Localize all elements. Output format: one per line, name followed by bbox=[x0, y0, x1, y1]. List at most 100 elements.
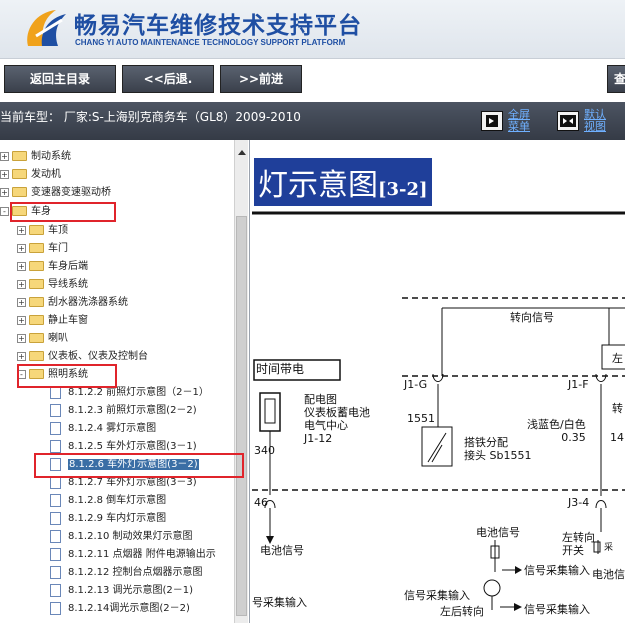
expand-icon[interactable]: + bbox=[17, 225, 26, 235]
tree-item-label[interactable]: 刮水器洗涤器系统 bbox=[48, 297, 128, 308]
expand-icon[interactable]: + bbox=[0, 169, 9, 179]
tree-folder-engine[interactable]: + 发动机 bbox=[0, 166, 61, 184]
expand-icon[interactable]: + bbox=[17, 261, 26, 271]
tree-item-label[interactable]: 8.1.2.10 制动效果灯示意图 bbox=[68, 531, 193, 542]
tree-doc-item[interactable]: 8.1.2.11 点烟器 附件电源输出示 bbox=[50, 546, 216, 564]
tree-doc-item[interactable]: 8.1.2.12 控制台点烟器示意图 bbox=[50, 564, 203, 582]
tree-folder-doors[interactable]: + 车门 bbox=[17, 240, 68, 258]
tree-item-label[interactable]: 车身后端 bbox=[48, 261, 88, 272]
tree-item-label[interactable]: 8.1.2.7 车外灯示意图(3－3) bbox=[68, 477, 197, 488]
tree-item-label[interactable]: 发动机 bbox=[31, 169, 61, 180]
label-collect-cut: 采 bbox=[604, 543, 614, 553]
label-collect-input-1: 信号采集输入 bbox=[524, 564, 590, 577]
default-view-icon bbox=[557, 111, 579, 131]
tree-doc-item[interactable]: 8.1.2.13 调光示意图(2－1) bbox=[50, 582, 193, 600]
tree-item-label[interactable]: 8.1.2.8 倒车灯示意图 bbox=[68, 495, 166, 506]
expand-icon[interactable]: + bbox=[17, 351, 26, 361]
label-collect-input-3: 信号采集输入 bbox=[524, 603, 590, 616]
tree-folder-brake-system[interactable]: + 制动系统 bbox=[0, 148, 71, 166]
label-14: 14 bbox=[610, 431, 624, 444]
folder-icon bbox=[12, 151, 27, 161]
tree-doc-item[interactable]: 8.1.2.3 前照灯示意图(2－2) bbox=[50, 402, 197, 420]
tree-item-label[interactable]: 8.1.2.4 雾灯示意图 bbox=[68, 423, 156, 434]
document-icon bbox=[50, 421, 61, 435]
tree-folder-wiring-system[interactable]: + 导线系统 bbox=[17, 276, 88, 294]
query-button[interactable]: 查 bbox=[607, 65, 625, 93]
folder-icon bbox=[29, 279, 44, 289]
expand-icon[interactable]: + bbox=[0, 187, 9, 197]
document-icon bbox=[50, 439, 61, 453]
folder-icon bbox=[29, 261, 44, 271]
tree-doc-item[interactable]: 8.1.2.14调光示意图(2－2) bbox=[50, 600, 190, 618]
label-turn-signal: 转向信号 bbox=[510, 311, 554, 324]
tree-item-label[interactable]: 8.1.2.13 调光示意图(2－1) bbox=[68, 585, 193, 596]
tree-item-label[interactable]: 喇叭 bbox=[48, 333, 68, 344]
default-view-label[interactable]: 默认 视图 bbox=[584, 109, 606, 133]
tree-item-label[interactable]: 静止车窗 bbox=[48, 315, 88, 326]
tree-doc-item[interactable]: 8.1.2.8 倒车灯示意图 bbox=[50, 492, 166, 510]
tree-folder-wiper-washer[interactable]: + 刮水器洗涤器系统 bbox=[17, 294, 128, 312]
label-left-rear-turn: 左后转向 bbox=[440, 605, 484, 618]
tree-doc-item[interactable]: 8.1.2.10 制动效果灯示意图 bbox=[50, 528, 193, 546]
tree-item-label[interactable]: 车门 bbox=[48, 243, 68, 254]
document-icon bbox=[50, 529, 61, 543]
folder-icon bbox=[29, 297, 44, 307]
document-icon bbox=[50, 601, 61, 615]
tree-item-label[interactable]: 8.1.2.5 车外灯示意图(3－1) bbox=[68, 441, 197, 452]
diagram-title: 灯示意图[3-2] bbox=[254, 158, 432, 206]
folder-icon bbox=[29, 243, 44, 253]
label-battery-signal-left: 电池信号 bbox=[260, 544, 304, 557]
history-forward-button[interactable]: >>前进 bbox=[220, 65, 302, 93]
folder-icon bbox=[29, 333, 44, 343]
back-to-main-button[interactable]: 返回主目录 bbox=[4, 65, 116, 93]
tree-doc-item[interactable]: 8.1.2.9 车内灯示意图 bbox=[50, 510, 166, 528]
scroll-up-arrow-icon[interactable] bbox=[238, 150, 246, 155]
tree-item-label[interactable]: 车顶 bbox=[48, 225, 68, 236]
highlight-box-selected-doc bbox=[34, 453, 244, 478]
collapse-icon[interactable]: - bbox=[0, 206, 9, 216]
label-collect-input-left: 号采集输入 bbox=[252, 596, 307, 609]
full-screen-menu-label[interactable]: 全屏 菜单 bbox=[508, 109, 530, 133]
label-collect-input-2: 信号采集输入 bbox=[404, 589, 470, 602]
tree-folder-roof[interactable]: + 车顶 bbox=[17, 222, 68, 240]
scrollbar-thumb[interactable] bbox=[236, 216, 247, 616]
expand-icon[interactable]: + bbox=[17, 279, 26, 289]
label-power-distribution: 配电图 仪表板蓄电池 电气中心 J1-12 bbox=[304, 393, 370, 445]
document-icon bbox=[50, 583, 61, 597]
full-screen-icon bbox=[481, 111, 503, 131]
document-icon bbox=[50, 547, 61, 561]
diagram-title-code: [3-2] bbox=[378, 179, 428, 200]
tree-scrollbar[interactable] bbox=[234, 140, 248, 623]
tree-item-label[interactable]: 仪表板、仪表及控制台 bbox=[48, 351, 148, 362]
tree-item-label[interactable]: 制动系统 bbox=[31, 151, 71, 162]
expand-icon[interactable]: + bbox=[0, 151, 9, 161]
tree-item-label[interactable]: 变速器变速驱动桥 bbox=[31, 187, 111, 198]
label-46: 46 bbox=[254, 496, 268, 509]
label-j1g: J1-G bbox=[404, 378, 428, 391]
tree-item-label[interactable]: 8.1.2.14调光示意图(2－2) bbox=[68, 603, 190, 614]
tree-folder-stationary-window[interactable]: + 静止车窗 bbox=[17, 312, 88, 330]
label-left-cut: 左 bbox=[612, 352, 623, 365]
tree-item-label[interactable]: 8.1.2.3 前照灯示意图(2－2) bbox=[68, 405, 197, 416]
tree-item-label[interactable]: 8.1.2.2 前照灯示意图（2－1） bbox=[68, 387, 209, 398]
tree-folder-transmission[interactable]: + 变速器变速驱动桥 bbox=[0, 184, 111, 202]
tree-folder-body-rear[interactable]: + 车身后端 bbox=[17, 258, 88, 276]
expand-icon[interactable]: + bbox=[17, 333, 26, 343]
tree-item-label[interactable]: 8.1.2.9 车内灯示意图 bbox=[68, 513, 166, 524]
tree-folder-horn[interactable]: + 喇叭 bbox=[17, 330, 68, 348]
tree-item-label[interactable]: 导线系统 bbox=[48, 279, 88, 290]
label-left-turn-switch: 左转向 开关 bbox=[562, 531, 595, 557]
diagram-title-text: 灯示意图 bbox=[258, 168, 378, 203]
label-turn-cut: 转 bbox=[612, 402, 623, 415]
expand-icon[interactable]: + bbox=[17, 315, 26, 325]
history-back-button[interactable]: <<后退. bbox=[122, 65, 214, 93]
tree-item-label[interactable]: 8.1.2.12 控制台点烟器示意图 bbox=[68, 567, 203, 578]
label-run-time: 时间带电 bbox=[256, 362, 305, 376]
tree-doc-item[interactable]: 8.1.2.4 雾灯示意图 bbox=[50, 420, 156, 438]
folder-icon bbox=[29, 315, 44, 325]
expand-icon[interactable]: + bbox=[17, 297, 26, 307]
current-car-model: 当前车型： 厂家:S-上海别克商务车（GL8）2009-2010 bbox=[0, 110, 301, 124]
wiring-diagram-panel: 灯示意图[3-2] 转向信号 左 时间带电 J1-G J1-F 转 配电图 仪表… bbox=[252, 140, 625, 623]
expand-icon[interactable]: + bbox=[17, 243, 26, 253]
tree-item-label[interactable]: 8.1.2.11 点烟器 附件电源输出示 bbox=[68, 549, 216, 560]
